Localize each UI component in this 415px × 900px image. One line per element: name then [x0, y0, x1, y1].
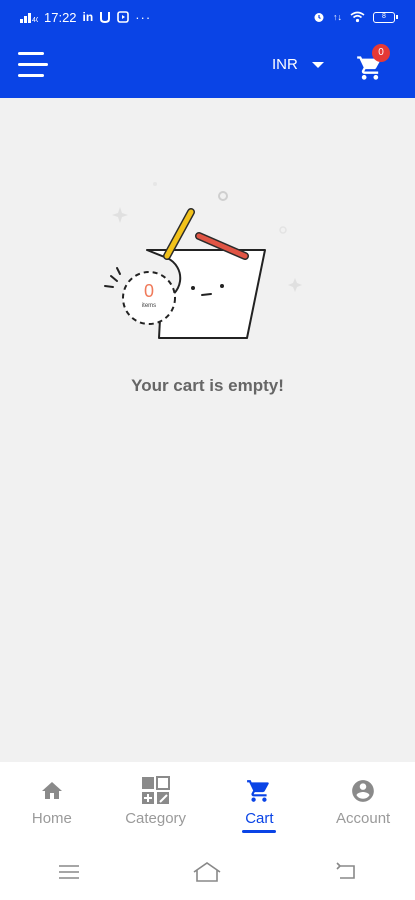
badge-count: 0 — [143, 281, 154, 301]
app-notification-icon — [99, 11, 111, 23]
badge-caption: items — [141, 303, 157, 309]
alarm-icon — [313, 11, 325, 23]
bottom-navigation: Home Category Cart Account — [0, 762, 415, 844]
sparkle-icon — [288, 278, 302, 292]
sparkle-icon — [112, 207, 128, 223]
status-right: ↑↓ 8 — [313, 11, 398, 23]
menu-line-bottom — [18, 74, 44, 77]
nav-account[interactable]: Account — [311, 762, 415, 844]
cart-icon — [246, 776, 272, 806]
mobile-data-icon: ↑↓ — [333, 12, 342, 22]
chevron-down-icon — [311, 61, 324, 68]
nav-home-label: Home — [31, 810, 72, 827]
app-bar: INR 0 — [0, 34, 415, 98]
status-time: 17:22 — [44, 9, 77, 25]
system-home-button[interactable] — [187, 857, 227, 887]
svg-text:4G: 4G — [32, 17, 38, 23]
signal-icon: 4G — [20, 11, 38, 23]
menu-icon — [59, 865, 80, 879]
nav-category[interactable]: Category — [104, 762, 208, 844]
home-outline-icon — [194, 862, 221, 882]
system-back-button[interactable] — [326, 857, 366, 887]
menu-line-top — [18, 52, 44, 55]
status-left: 4G 17:22 in ··· — [20, 10, 151, 25]
active-tab-indicator — [242, 830, 277, 833]
account-icon — [350, 776, 376, 806]
header-cart-button[interactable]: 0 — [356, 44, 390, 84]
nav-category-label: Category — [125, 810, 187, 827]
system-navigation — [0, 844, 415, 900]
cart-count-badge: 0 — [372, 44, 390, 62]
battery-icon: 8 — [373, 11, 398, 23]
menu-line-middle — [18, 63, 48, 66]
nav-home[interactable]: Home — [0, 762, 104, 844]
category-icon — [141, 776, 171, 806]
youtube-icon — [117, 11, 130, 23]
currency-selector[interactable]: INR — [272, 56, 324, 73]
wifi-icon — [350, 11, 365, 23]
linkedin-icon: in — [82, 10, 94, 24]
status-bar: 4G 17:22 in ··· ↑↓ 8 — [0, 0, 415, 34]
more-notifications-icon: ··· — [135, 9, 152, 25]
home-icon — [40, 776, 64, 806]
currency-label: INR — [272, 56, 298, 73]
nav-cart[interactable]: Cart — [208, 762, 312, 844]
system-menu-button[interactable] — [49, 857, 89, 887]
nav-account-label: Account — [336, 810, 391, 827]
menu-button[interactable] — [18, 52, 48, 80]
back-icon — [336, 862, 355, 879]
empty-cart-illustration: 0 items — [95, 150, 320, 360]
nav-cart-label: Cart — [245, 810, 274, 827]
empty-cart-message: Your cart is empty! — [131, 376, 284, 395]
